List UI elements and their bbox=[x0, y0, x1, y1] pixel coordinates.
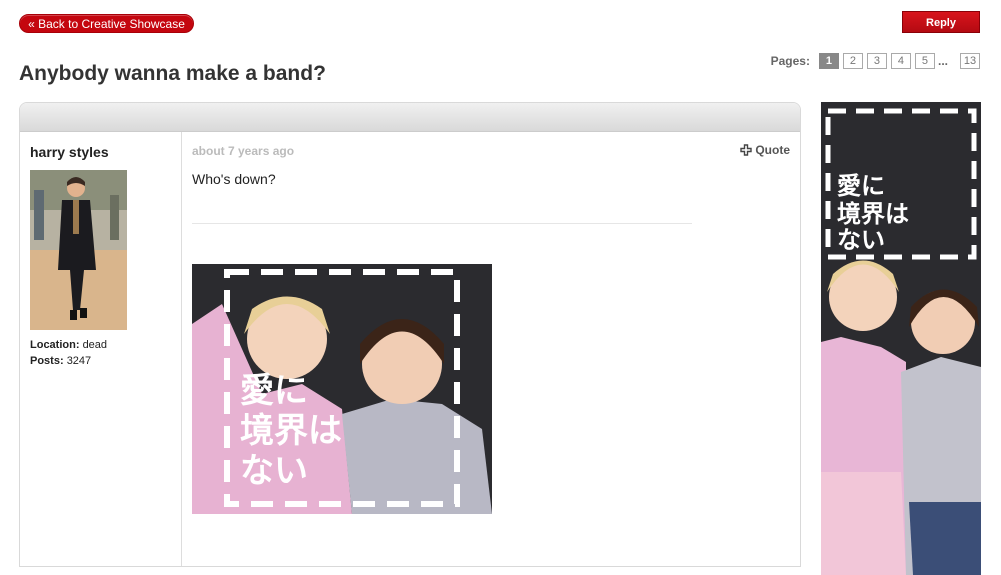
page-link-last[interactable]: 13 bbox=[960, 53, 980, 69]
page-link-5[interactable]: 5 bbox=[914, 53, 935, 69]
reply-button[interactable]: Reply bbox=[902, 11, 980, 33]
location-value: dead bbox=[82, 339, 108, 351]
back-to-showcase-button[interactable]: « Back to Creative Showcase bbox=[19, 14, 194, 33]
post-timestamp: about 7 years ago bbox=[192, 144, 295, 158]
side-ad[interactable]: 愛に 境界は ない bbox=[821, 102, 981, 575]
author-panel: harry styles Location: dead Posts: 3247 bbox=[20, 132, 182, 566]
side-ad-slogan-2: 境界は bbox=[837, 200, 909, 228]
post-body: Who's down? bbox=[192, 171, 276, 187]
post-ad-slogan-2: 境界は bbox=[240, 411, 342, 451]
pages-ellipsis: ... bbox=[937, 54, 948, 68]
posts-count: 3247 bbox=[66, 355, 92, 367]
post-divider bbox=[192, 223, 692, 224]
post-ad-slogan-1: 愛に bbox=[240, 371, 308, 411]
pages-label: Pages: bbox=[770, 54, 810, 68]
author-name[interactable]: harry styles bbox=[30, 144, 109, 160]
pagination: Pages: 1 2 3 4 5 ... 13 bbox=[771, 53, 980, 69]
quote-label: Quote bbox=[755, 143, 790, 157]
location-label: Location: bbox=[30, 339, 80, 351]
page-link-3[interactable]: 3 bbox=[866, 53, 887, 69]
post-image-ad[interactable]: 愛に 境界は ない bbox=[192, 264, 492, 514]
quote-button[interactable]: Quote bbox=[740, 143, 790, 157]
avatar[interactable] bbox=[30, 170, 127, 330]
side-ad-slogan-1: 愛に bbox=[837, 172, 885, 200]
posts-label: Posts: bbox=[30, 355, 64, 367]
post: harry styles Location: dead Posts: 3247 bbox=[19, 102, 801, 567]
post-header-bar bbox=[20, 103, 800, 132]
post-ad-slogan-3: ない bbox=[240, 451, 308, 491]
page-link-1[interactable]: 1 bbox=[818, 53, 839, 69]
author-meta: Location: dead Posts: 3247 bbox=[30, 337, 107, 369]
page-link-4[interactable]: 4 bbox=[890, 53, 911, 69]
side-ad-slogan-3: ない bbox=[837, 226, 885, 254]
page-link-2[interactable]: 2 bbox=[842, 53, 863, 69]
quote-icon bbox=[740, 144, 753, 156]
thread-title: Anybody wanna make a band? bbox=[19, 62, 326, 85]
